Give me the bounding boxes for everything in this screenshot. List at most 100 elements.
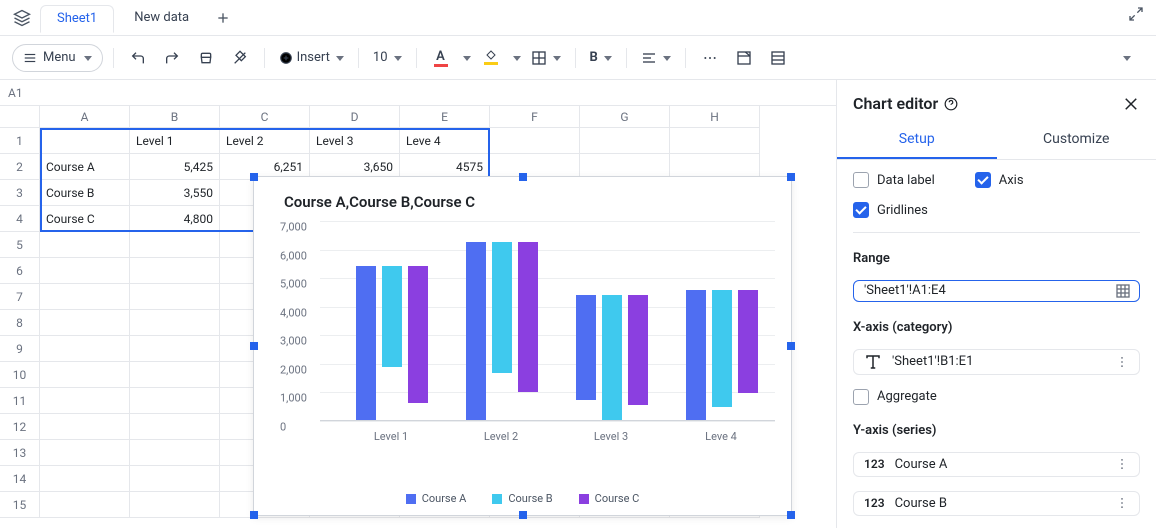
row-header[interactable]: 15 bbox=[0, 492, 40, 518]
row-header[interactable]: 13 bbox=[0, 440, 40, 466]
layers-icon[interactable] bbox=[8, 4, 36, 32]
xaxis-field[interactable]: 'Sheet1'!B1:E1 bbox=[853, 349, 1140, 374]
col-header[interactable]: B bbox=[130, 106, 220, 128]
row-header[interactable]: 8 bbox=[0, 310, 40, 336]
expand-icon[interactable] bbox=[1128, 6, 1144, 22]
col-header[interactable]: D bbox=[310, 106, 400, 128]
col-header[interactable]: E bbox=[400, 106, 490, 128]
text-type-icon bbox=[864, 353, 882, 371]
checkbox-aggregate[interactable]: Aggregate bbox=[853, 389, 1140, 405]
cell[interactable]: 5,425 bbox=[130, 154, 220, 180]
col-header[interactable]: C bbox=[220, 106, 310, 128]
resize-handle[interactable] bbox=[250, 511, 258, 519]
range-label: Range bbox=[853, 251, 1140, 266]
col-header[interactable]: F bbox=[490, 106, 580, 128]
row-header[interactable]: 9 bbox=[0, 336, 40, 362]
xaxis-value: 'Sheet1'!B1:E1 bbox=[892, 354, 973, 369]
text-color-button[interactable]: A bbox=[427, 44, 455, 72]
table-button[interactable] bbox=[764, 44, 792, 72]
resize-handle[interactable] bbox=[519, 173, 527, 181]
row-header[interactable]: 7 bbox=[0, 284, 40, 310]
name-box[interactable]: A1 bbox=[0, 80, 836, 106]
cell[interactable]: Course C bbox=[40, 206, 130, 232]
row-header[interactable]: 11 bbox=[0, 388, 40, 414]
select-all-corner[interactable] bbox=[0, 106, 40, 128]
undo-button[interactable] bbox=[124, 44, 152, 72]
resize-handle[interactable] bbox=[519, 511, 527, 519]
tab-customize[interactable]: Customize bbox=[997, 121, 1156, 159]
resize-handle[interactable] bbox=[250, 173, 258, 181]
range-input[interactable]: 'Sheet1'!A1:E4 bbox=[853, 280, 1140, 303]
cell[interactable]: Level 3 bbox=[310, 128, 400, 154]
insert-button[interactable]: Insert bbox=[275, 44, 348, 72]
add-tab-button[interactable] bbox=[209, 4, 237, 32]
cell[interactable]: Leve 4 bbox=[400, 128, 490, 154]
toolbar: Menu Insert 10 A B bbox=[0, 36, 1156, 80]
checkbox-data-label[interactable]: Data label bbox=[853, 172, 935, 188]
range-picker-icon[interactable] bbox=[1115, 283, 1131, 299]
resize-handle[interactable] bbox=[787, 342, 795, 350]
toolbar-overflow[interactable] bbox=[1112, 44, 1140, 72]
row-header[interactable]: 4 bbox=[0, 206, 40, 232]
row-header[interactable]: 10 bbox=[0, 362, 40, 388]
clear-format-button[interactable] bbox=[226, 44, 254, 72]
chevron-down-icon bbox=[334, 50, 344, 65]
checkbox-axis[interactable]: Axis bbox=[975, 172, 1024, 188]
chevron-down-icon bbox=[661, 50, 671, 65]
col-header[interactable]: A bbox=[40, 106, 130, 128]
number-type-icon: 123 bbox=[864, 496, 885, 510]
font-size-select[interactable]: 10 bbox=[369, 44, 406, 72]
menu-label: Menu bbox=[43, 50, 76, 65]
resize-handle[interactable] bbox=[787, 511, 795, 519]
cell[interactable] bbox=[580, 128, 670, 154]
cell[interactable] bbox=[490, 128, 580, 154]
more-button[interactable] bbox=[696, 44, 724, 72]
row-header[interactable]: 2 bbox=[0, 154, 40, 180]
col-header[interactable]: H bbox=[670, 106, 760, 128]
cell[interactable] bbox=[40, 128, 130, 154]
paint-format-button[interactable] bbox=[192, 44, 220, 72]
borders-button[interactable] bbox=[527, 44, 565, 72]
spreadsheet-grid[interactable]: A B C D E F G H 1 2 3 4 5 6 7 8 bbox=[0, 106, 836, 528]
tab-newdata[interactable]: New data bbox=[118, 4, 205, 32]
row-header[interactable]: 6 bbox=[0, 258, 40, 284]
more-icon[interactable] bbox=[1115, 355, 1129, 369]
cell[interactable]: Course B bbox=[40, 180, 130, 206]
tab-sheet1[interactable]: Sheet1 bbox=[40, 5, 114, 33]
resize-handle[interactable] bbox=[787, 173, 795, 181]
chart-object[interactable]: Course A,Course B,Course C Level 1Level … bbox=[253, 176, 792, 516]
row-header[interactable]: 1 bbox=[0, 128, 40, 154]
redo-button[interactable] bbox=[158, 44, 186, 72]
help-icon[interactable] bbox=[944, 97, 958, 111]
freeze-button[interactable] bbox=[730, 44, 758, 72]
fill-color-button[interactable] bbox=[477, 44, 505, 72]
row-header[interactable]: 3 bbox=[0, 180, 40, 206]
more-icon[interactable] bbox=[1115, 457, 1129, 471]
series-row-b[interactable]: 123 Course B bbox=[853, 491, 1140, 516]
series-row-a[interactable]: 123 Course A bbox=[853, 452, 1140, 477]
cell[interactable]: Course A bbox=[40, 154, 130, 180]
checkbox-gridlines[interactable]: Gridlines bbox=[853, 202, 1140, 218]
close-button[interactable] bbox=[1122, 95, 1140, 113]
bold-button[interactable]: B bbox=[586, 44, 616, 72]
cell[interactable]: Level 1 bbox=[130, 128, 220, 154]
cell[interactable] bbox=[670, 128, 760, 154]
chevron-down-icon[interactable] bbox=[461, 50, 471, 65]
tab-setup[interactable]: Setup bbox=[837, 121, 997, 159]
row-header[interactable]: 14 bbox=[0, 466, 40, 492]
panel-title: Chart editor bbox=[853, 94, 958, 113]
yaxis-label: Y-axis (series) bbox=[853, 423, 1140, 438]
col-header[interactable]: G bbox=[580, 106, 670, 128]
resize-handle[interactable] bbox=[250, 342, 258, 350]
menu-button[interactable]: Menu bbox=[12, 44, 103, 72]
chevron-down-icon[interactable] bbox=[511, 50, 521, 65]
series-name: Course A bbox=[895, 457, 948, 472]
number-type-icon: 123 bbox=[864, 457, 885, 471]
row-header[interactable]: 5 bbox=[0, 232, 40, 258]
align-button[interactable] bbox=[637, 44, 675, 72]
cell[interactable]: 3,550 bbox=[130, 180, 220, 206]
cell[interactable]: Level 2 bbox=[220, 128, 310, 154]
more-icon[interactable] bbox=[1115, 496, 1129, 510]
cell[interactable]: 4,800 bbox=[130, 206, 220, 232]
row-header[interactable]: 12 bbox=[0, 414, 40, 440]
